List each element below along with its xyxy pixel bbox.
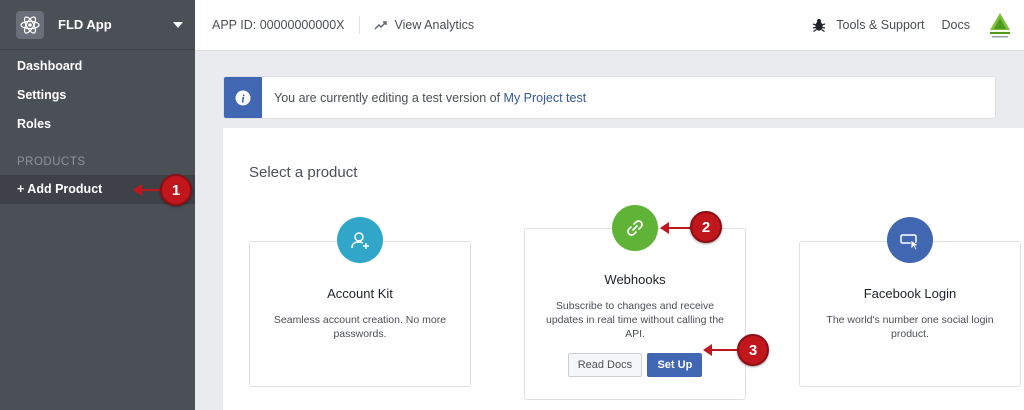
divider (358, 16, 360, 34)
app-name: FLD App (58, 17, 112, 32)
app-id: APP ID: 00000000000X (212, 18, 345, 32)
product-description: Seamless account creation. No more passw… (273, 314, 447, 340)
view-analytics-label: View Analytics (394, 18, 475, 32)
annotation-badge: 2 (690, 211, 722, 243)
read-docs-button[interactable]: Read Docs (567, 353, 643, 377)
sidebar-item-roles[interactable]: Roles (0, 110, 195, 139)
top-bar: APP ID: 00000000000X View Analytics Tool… (195, 0, 1024, 51)
sidebar-section-products: PRODUCTS (17, 156, 86, 168)
chevron-down-icon[interactable] (173, 21, 183, 28)
sidebar-item-settings[interactable]: Settings (0, 81, 195, 110)
product-description: Subscribe to changes and receive updates… (545, 300, 725, 340)
section-title: Select a product (249, 164, 358, 181)
product-description: The world's number one social login prod… (826, 314, 994, 340)
setup-button[interactable]: Set Up (647, 353, 703, 377)
docs-link[interactable]: Docs (942, 18, 970, 32)
product-card-webhooks[interactable]: Webhooks Subscribe to changes and receiv… (524, 228, 746, 400)
info-icon: i (224, 77, 262, 118)
top-bar-right: Tools & Support Docs (812, 10, 1024, 40)
sidebar: FLD App Dashboard Settings Roles PRODUCT… (0, 0, 195, 410)
notice-text: You are currently editing a test version… (274, 91, 586, 105)
product-panel: Select a product Account Kit Seamless ac… (223, 128, 1024, 410)
login-cursor-icon (887, 217, 933, 263)
project-link[interactable]: My Project test (504, 91, 587, 105)
annotation-arrow (703, 344, 739, 356)
tools-support-link[interactable]: Tools & Support (812, 18, 925, 32)
notice-message: You are currently editing a test version… (274, 90, 504, 105)
annotation-arrow (133, 184, 161, 196)
tools-support-label: Tools & Support (836, 18, 925, 32)
link-icon (612, 205, 658, 251)
annotation-badge: 1 (160, 174, 192, 206)
product-title: Webhooks (604, 272, 666, 287)
product-title: Facebook Login (863, 286, 957, 301)
annotation-badge: 3 (737, 334, 769, 366)
product-actions: Read Docs Set Up (525, 353, 745, 377)
user-add-icon (337, 217, 383, 263)
sidebar-item-dashboard[interactable]: Dashboard (0, 52, 195, 81)
react-atom-icon (16, 10, 44, 39)
view-analytics-link[interactable]: View Analytics (373, 18, 475, 32)
brand-logo (990, 13, 1010, 38)
test-version-notice: i You are currently editing a test versi… (223, 76, 996, 119)
app-switcher[interactable]: FLD App (0, 0, 195, 50)
trending-up-icon (373, 21, 387, 30)
annotation-arrow (660, 222, 692, 234)
product-title: Account Kit (327, 286, 393, 301)
bug-icon (813, 19, 826, 32)
